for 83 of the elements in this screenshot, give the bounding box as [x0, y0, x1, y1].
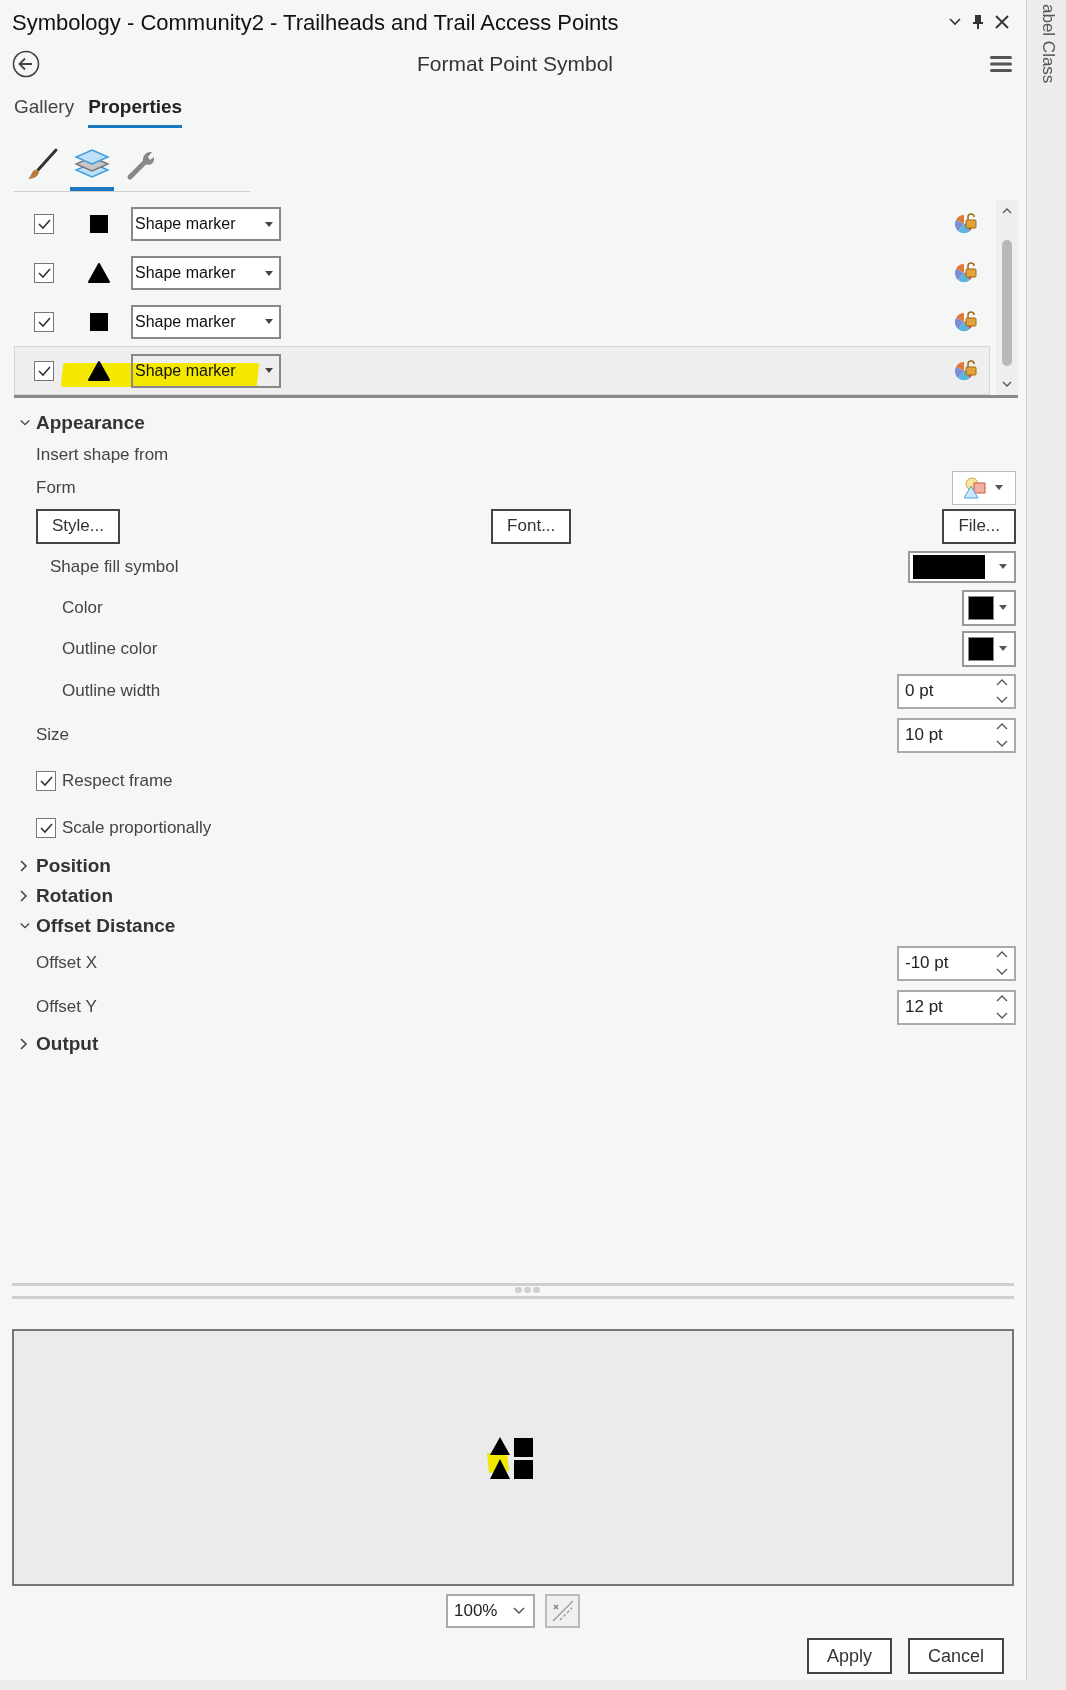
checkbox[interactable]: [34, 214, 54, 235]
layer-type-dropdown[interactable]: Shape marker: [131, 353, 281, 388]
section-header[interactable]: Offset Distance: [20, 911, 176, 941]
layer-row[interactable]: Shape marker: [14, 297, 990, 347]
spin-field[interactable]: -10 pt: [897, 945, 1016, 981]
field-label: Size: [36, 724, 70, 747]
field-label: Outline color: [62, 637, 158, 660]
close-icon[interactable]: [994, 14, 1010, 30]
footer-button[interactable]: Apply: [806, 1638, 892, 1674]
checkbox[interactable]: [34, 360, 54, 381]
checkbox-label: Respect frame: [62, 769, 173, 792]
layer-row[interactable]: Shape marker: [14, 248, 990, 298]
section-header[interactable]: Position: [20, 851, 111, 881]
chevron-down-icon[interactable]: [948, 17, 962, 27]
color-dropdown[interactable]: [962, 630, 1016, 667]
square-icon: [90, 215, 108, 234]
scroll-down-icon[interactable]: [1002, 381, 1012, 387]
chevron-right-icon: [20, 860, 28, 872]
field-label: Form: [36, 477, 76, 500]
window-title: Symbology - Community2 - Trailheads and Trail Access Points: [12, 8, 619, 37]
scrollbar[interactable]: [996, 200, 1018, 395]
tab[interactable]: Gallery: [14, 92, 75, 128]
back-icon[interactable]: [12, 50, 40, 78]
spin-field[interactable]: 0 pt: [897, 673, 1016, 709]
caret-icon: [265, 270, 273, 276]
checkbox[interactable]: [36, 817, 56, 838]
section-header[interactable]: Rotation: [20, 881, 114, 911]
triangle-icon: [88, 360, 110, 381]
spin-arrows-icon[interactable]: [996, 722, 1008, 748]
spin-field[interactable]: 12 pt: [897, 989, 1016, 1025]
field-label: Outline width: [62, 680, 161, 703]
symbol-swatch-dropdown[interactable]: [908, 551, 1016, 583]
color-swatch: [968, 595, 994, 620]
color-dropdown[interactable]: [962, 589, 1016, 626]
section-header[interactable]: Appearance: [20, 408, 145, 438]
panel-title: Format Point Symbol: [415, 51, 615, 78]
shape-picker-dropdown[interactable]: [952, 471, 1016, 505]
tab[interactable]: Properties: [88, 92, 183, 128]
caret-icon: [998, 645, 1008, 652]
square-icon: [90, 312, 108, 331]
layer-type-dropdown[interactable]: Shape marker: [131, 256, 281, 291]
zoom-dropdown[interactable]: 100%: [446, 1594, 535, 1628]
menu-icon[interactable]: [990, 55, 1012, 73]
caret-icon: [994, 485, 1004, 491]
caret-icon: [265, 319, 273, 325]
pin-icon[interactable]: [972, 14, 984, 30]
triangle-icon: [88, 263, 110, 284]
chevron-down-icon: [20, 419, 30, 427]
layer-type-dropdown[interactable]: Shape marker: [131, 304, 281, 339]
layer-row[interactable]: Shape marker: [14, 346, 990, 395]
caret-icon: [998, 604, 1008, 611]
field-label: Offset Y: [36, 996, 97, 1019]
chevron-right-icon: [20, 890, 28, 902]
field-label: Color: [62, 596, 103, 619]
field-label: Insert shape from: [36, 443, 169, 466]
spin-arrows-icon[interactable]: [996, 994, 1008, 1020]
insert-button[interactable]: File...: [942, 508, 1016, 544]
chevron-right-icon: [20, 1038, 28, 1050]
layer-type-dropdown[interactable]: Shape marker: [131, 207, 281, 242]
checkbox[interactable]: [34, 263, 54, 284]
layer-row[interactable]: Shape marker: [14, 200, 990, 249]
checkbox[interactable]: [34, 311, 54, 332]
color-swatch: [968, 636, 994, 661]
checkbox-label: Scale proportionally: [62, 816, 212, 839]
splitter-handle[interactable]: [12, 1281, 1014, 1301]
spin-field[interactable]: 10 pt: [897, 717, 1016, 753]
spin-arrows-icon[interactable]: [996, 950, 1008, 976]
caret-icon: [265, 368, 273, 374]
chevron-down-icon: [513, 1607, 525, 1615]
insert-button[interactable]: Font...: [491, 508, 572, 544]
footer-button[interactable]: Cancel: [907, 1638, 1004, 1674]
color-swatch: [913, 555, 985, 579]
spin-arrows-icon[interactable]: [996, 678, 1008, 704]
section-header[interactable]: Output: [20, 1029, 99, 1059]
caret-icon: [265, 221, 273, 227]
side-tab-label[interactable]: abel Class: [1035, 4, 1061, 84]
insert-button[interactable]: Style...: [36, 508, 120, 544]
scroll-up-icon[interactable]: [1002, 208, 1012, 214]
chevron-down-icon: [20, 922, 30, 930]
checkbox[interactable]: [36, 770, 56, 791]
field-label: Shape fill symbol: [50, 556, 179, 579]
field-label: Offset X: [36, 952, 98, 975]
caret-icon: [998, 564, 1008, 570]
